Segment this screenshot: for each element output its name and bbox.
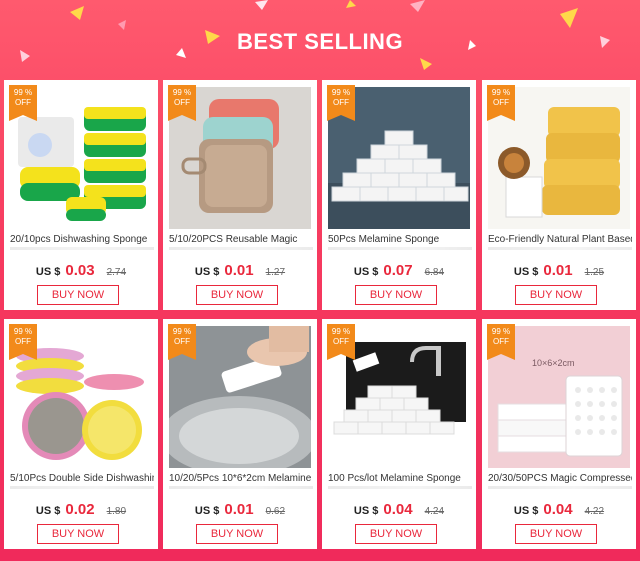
price-row: US $ 0.01 0.62 xyxy=(163,501,317,518)
product-name[interactable]: Eco-Friendly Natural Plant Based xyxy=(488,234,632,248)
currency: US $ xyxy=(194,266,220,278)
buy-now-button[interactable]: BUY NOW xyxy=(196,285,278,305)
section-header: BEST SELLING xyxy=(0,0,640,80)
product-name[interactable]: 20/10pcs Dishwashing Sponge xyxy=(10,234,154,248)
sale-price: 0.01 xyxy=(224,501,254,518)
original-price: 1.25 xyxy=(584,267,605,278)
discount-badge: 99 % OFF xyxy=(9,324,37,360)
currency: US $ xyxy=(35,266,61,278)
buy-now-button[interactable]: BUY NOW xyxy=(37,285,119,305)
sale-price: 0.03 xyxy=(65,262,95,279)
buy-now-button[interactable]: BUY NOW xyxy=(355,285,437,305)
buy-now-button[interactable]: BUY NOW xyxy=(515,524,597,544)
price-row: US $ 0.01 1.25 xyxy=(482,262,636,279)
original-price: 4.22 xyxy=(584,506,605,517)
product-name[interactable]: 50Pcs Melamine Sponge xyxy=(328,234,472,248)
sale-price: 0.01 xyxy=(224,262,254,279)
price-row: US $ 0.01 1.27 xyxy=(163,262,317,279)
original-price: 0.62 xyxy=(265,506,286,517)
price-row: US $ 0.02 1.80 xyxy=(4,501,158,518)
currency: US $ xyxy=(353,266,379,278)
discount-badge: 99 % OFF xyxy=(487,85,515,121)
price-row: US $ 0.04 4.22 xyxy=(482,501,636,518)
product-name[interactable]: 10/20/5Pcs 10*6*2cm Melamine xyxy=(169,473,313,487)
product-card[interactable]: 99 % OFF 20/10pcs Dishwashing Sponge US $… xyxy=(4,80,158,310)
currency: US $ xyxy=(513,505,539,517)
discount-badge: 99 % OFF xyxy=(168,85,196,121)
size-caption: 10×6×2cm xyxy=(532,358,575,368)
buy-now-button[interactable]: BUY NOW xyxy=(37,524,119,544)
discount-badge: 99 % OFF xyxy=(327,85,355,121)
product-name[interactable]: 100 Pcs/lot Melamine Sponge xyxy=(328,473,472,487)
sale-price: 0.04 xyxy=(383,501,413,518)
original-price: 2.74 xyxy=(106,267,127,278)
product-card[interactable]: 99 % OFF 5/10Pcs Double Side Dishwashing … xyxy=(4,319,158,549)
price-row: US $ 0.03 2.74 xyxy=(4,262,158,279)
buy-now-button[interactable]: BUY NOW xyxy=(196,524,278,544)
product-card[interactable]: 99 % OFF 50Pcs Melamine Sponge US $ 0.07 … xyxy=(322,80,476,310)
sale-price: 0.07 xyxy=(383,262,413,279)
buy-now-button[interactable]: BUY NOW xyxy=(515,285,597,305)
product-card[interactable]: 10×6×2cm 99 % OFF 20/30/50PCS Magic Compr… xyxy=(482,319,636,549)
discount-badge: 99 % OFF xyxy=(168,324,196,360)
discount-badge: 99 % OFF xyxy=(9,85,37,121)
discount-badge: 99 % OFF xyxy=(327,324,355,360)
buy-now-button[interactable]: BUY NOW xyxy=(355,524,437,544)
product-card[interactable]: 99 % OFF 100 Pcs/lot Melamine Sponge US $… xyxy=(322,319,476,549)
product-card[interactable]: 99 % OFF 10/20/5Pcs 10*6*2cm Melamine US … xyxy=(163,319,317,549)
price-row: US $ 0.07 6.84 xyxy=(322,262,476,279)
discount-badge: 99 % OFF xyxy=(487,324,515,360)
sale-price: 0.04 xyxy=(543,501,573,518)
currency: US $ xyxy=(353,505,379,517)
product-name[interactable]: 20/30/50PCS Magic Compressed xyxy=(488,473,632,487)
product-card[interactable]: 99 % OFF 5/10/20PCS Reusable Magic US $ 0… xyxy=(163,80,317,310)
sale-price: 0.02 xyxy=(65,501,95,518)
product-name[interactable]: 5/10Pcs Double Side Dishwashing xyxy=(10,473,154,487)
product-card[interactable]: 99 % OFF Eco-Friendly Natural Plant Based… xyxy=(482,80,636,310)
original-price: 6.84 xyxy=(424,267,445,278)
currency: US $ xyxy=(35,505,61,517)
original-price: 1.80 xyxy=(106,506,127,517)
original-price: 4.24 xyxy=(424,506,445,517)
currency: US $ xyxy=(194,505,220,517)
currency: US $ xyxy=(513,266,539,278)
original-price: 1.27 xyxy=(265,267,286,278)
price-row: US $ 0.04 4.24 xyxy=(322,501,476,518)
sale-price: 0.01 xyxy=(543,262,573,279)
product-name[interactable]: 5/10/20PCS Reusable Magic xyxy=(169,234,313,248)
section-title: BEST SELLING xyxy=(236,29,404,54)
